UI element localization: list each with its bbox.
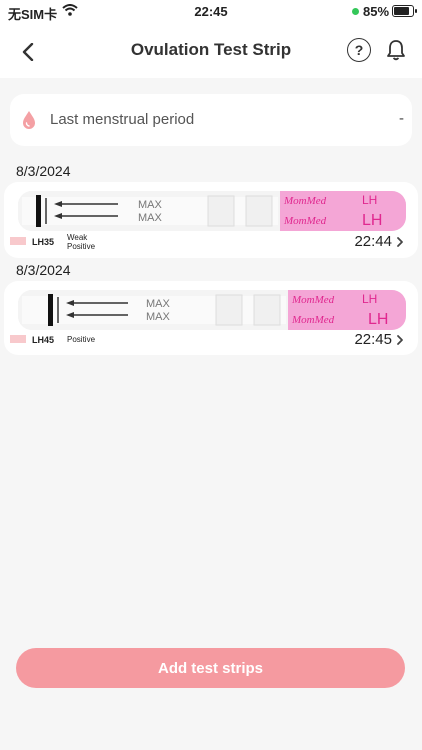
svg-text:LH: LH <box>362 292 377 306</box>
chevron-right-icon <box>397 237 403 247</box>
chevron-right-icon <box>397 335 403 345</box>
blood-drop-icon <box>23 111 35 129</box>
battery-cap <box>415 9 417 13</box>
svg-text:MAX: MAX <box>146 298 171 310</box>
svg-text:MomMed: MomMed <box>283 195 327 207</box>
record-date: 8/3/2024 <box>16 163 71 179</box>
svg-text:MomMed: MomMed <box>291 314 335 326</box>
svg-text:MomMed: MomMed <box>283 215 327 227</box>
battery-percent: 85% <box>363 4 390 19</box>
test-strip-image: MAX MAX MomMed LH MomMed LH <box>18 191 406 231</box>
result-color-swatch <box>10 237 26 245</box>
svg-text:LH: LH <box>362 193 377 207</box>
lh-value: LH35 <box>32 237 55 247</box>
test-record-card[interactable]: MAX MAX MomMed LH MomMed LH LH45 Positiv… <box>4 281 418 355</box>
add-test-strips-button[interactable]: Add test strips <box>16 648 405 688</box>
result-label: Positive <box>67 335 96 344</box>
svg-text:MomMed: MomMed <box>291 294 335 306</box>
record-time: 22:45 <box>354 331 392 348</box>
svg-text:MAX: MAX <box>138 212 163 224</box>
lh-value: LH45 <box>32 335 55 345</box>
svg-text:LH: LH <box>368 311 388 328</box>
status-bar: 无SIM卡 22:45 85% <box>0 0 422 24</box>
result-label: Weak Positive <box>67 233 96 251</box>
test-strip-image: MAX MAX MomMed LH MomMed LH <box>18 290 406 330</box>
svg-text:MAX: MAX <box>146 311 171 323</box>
battery-icon <box>392 5 414 17</box>
record-time: 22:44 <box>354 233 392 250</box>
recording-dot-icon <box>352 8 359 15</box>
test-record-card[interactable]: MAX MAX MomMed LH MomMed LH LH35 Weak Po… <box>4 182 418 258</box>
svg-text:MAX: MAX <box>138 199 163 211</box>
help-icon[interactable]: ? <box>347 38 371 62</box>
last-period-row[interactable]: Last menstrual period - <box>10 94 412 146</box>
result-color-swatch <box>10 335 26 343</box>
last-period-label: Last menstrual period <box>50 111 195 128</box>
record-date: 8/3/2024 <box>16 262 71 278</box>
bell-icon[interactable] <box>383 37 409 63</box>
last-period-value: - <box>399 110 404 127</box>
nav-bar: Ovulation Test Strip ? <box>0 24 422 78</box>
svg-text:LH: LH <box>362 212 382 229</box>
